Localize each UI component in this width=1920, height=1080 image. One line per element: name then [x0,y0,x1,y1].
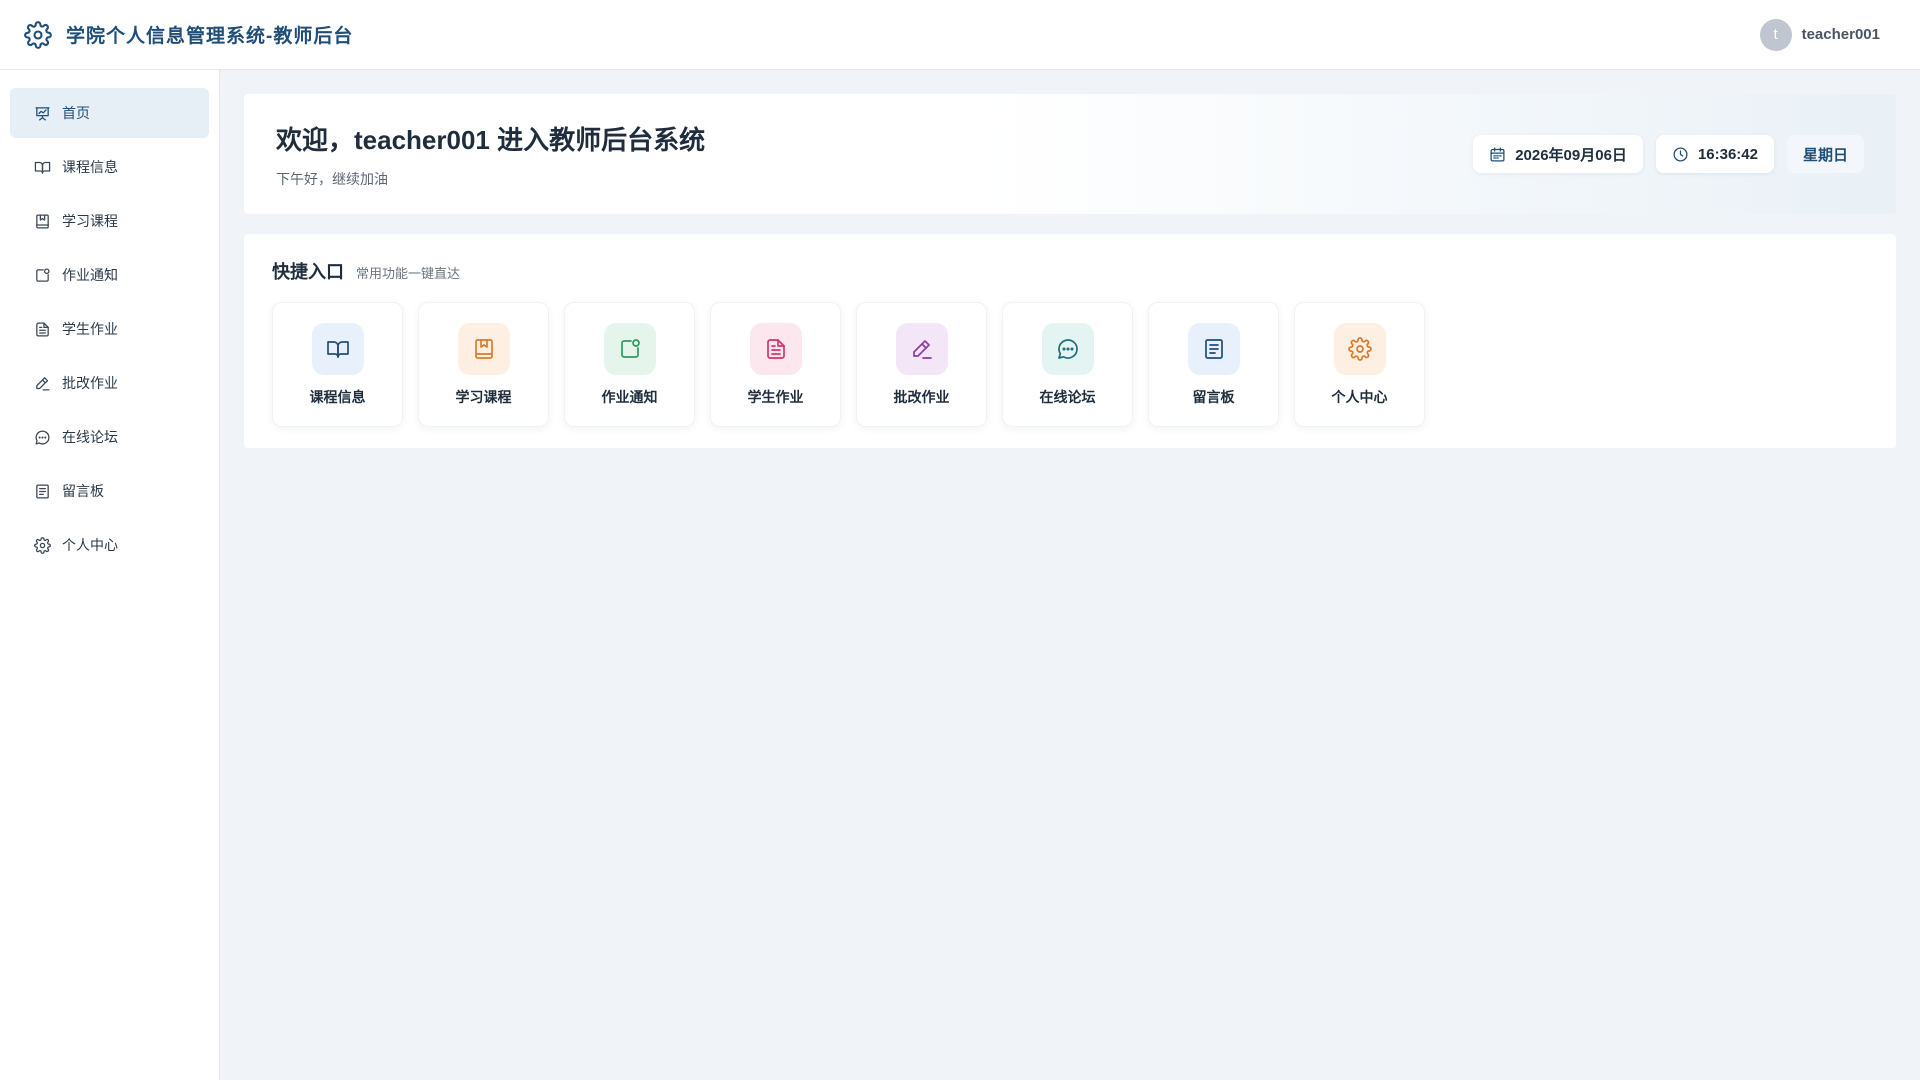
sidebar-item-label: 首页 [62,105,90,121]
quick-card-message-board[interactable]: 留言板 [1148,302,1279,427]
welcome-title: 欢迎，teacher001 进入教师后台系统 [276,124,706,155]
user-menu[interactable]: t teacher001 [1759,18,1880,51]
chat-bubble-icon [1056,337,1080,361]
card-label: 学习课程 [455,389,512,405]
sidebar-item-label: 学生作业 [62,321,118,337]
quick-card-online-forum[interactable]: 在线论坛 [1002,302,1133,427]
sidebar: 首页 课程信息 学习课程 作业通知 学生作业 批改作业 在线论坛 留言板 个人中… [0,70,220,1080]
quick-access-subtitle: 常用功能一键直达 [356,266,461,281]
card-label: 在线论坛 [1039,389,1096,405]
card-icon-tile [311,323,364,375]
top-header: 学院个人信息管理系统-教师后台 t teacher001 [0,0,1920,70]
card-label: 课程信息 [309,389,366,405]
card-label: 留言板 [1192,389,1235,405]
card-icon-tile [457,323,510,375]
sidebar-item-student-homework[interactable]: 学生作业 [10,304,209,354]
welcome-banner: 欢迎，teacher001 进入教师后台系统 下午好，继续加油 2026年09月… [244,94,1896,214]
sidebar-item-label: 作业通知 [62,267,118,283]
date-chip: 2026年09月06日 [1473,135,1643,173]
gear-icon [34,536,51,554]
sidebar-item-homework-notice[interactable]: 作业通知 [10,250,209,300]
open-book-icon [326,337,350,361]
sidebar-item-home[interactable]: 首页 [10,88,209,138]
card-label: 学生作业 [747,389,804,405]
date-text: 2026年09月06日 [1515,146,1627,164]
brand: 学院个人信息管理系统-教师后台 [24,20,354,49]
quick-card-study-courses[interactable]: 学习课程 [418,302,549,427]
welcome-subtitle: 下午好，继续加油 [276,170,388,187]
quick-access-panel: 快捷入口 常用功能一键直达 课程信息 学习课程 作业通知 学生作业 批改作业 在… [244,234,1896,448]
username[interactable]: teacher001 [1802,26,1880,43]
quick-card-homework-notice[interactable]: 作业通知 [564,302,695,427]
quick-access-cards: 课程信息 学习课程 作业通知 学生作业 批改作业 在线论坛 留言板 个人中心 [272,302,1868,427]
quick-card-student-homework[interactable]: 学生作业 [710,302,841,427]
card-icon-tile [895,323,948,375]
bookmark-book-icon [472,337,496,361]
document-icon [764,337,788,361]
sidebar-item-label: 在线论坛 [62,429,118,445]
card-icon-tile [1333,323,1386,375]
calendar-icon [1489,146,1506,163]
presentation-icon [34,105,51,122]
card-icon-tile [1187,323,1240,375]
app-title: 学院个人信息管理系统-教师后台 [66,26,354,47]
sidebar-item-label: 批改作业 [62,375,118,391]
gear-icon [24,20,52,49]
sidebar-item-grade-homework[interactable]: 批改作业 [10,358,209,408]
sidebar-item-course-info[interactable]: 课程信息 [10,142,209,192]
sidebar-item-personal-center[interactable]: 个人中心 [10,520,209,570]
card-label: 批改作业 [893,389,950,405]
avatar[interactable]: t [1759,18,1792,51]
datetime-chips: 2026年09月06日 16:36:42 星期日 [1473,135,1864,173]
pen-icon [34,375,51,392]
quick-access-title: 快捷入口 [272,262,344,282]
sidebar-item-online-forum[interactable]: 在线论坛 [10,412,209,462]
sidebar-item-message-board[interactable]: 留言板 [10,466,209,516]
card-icon-tile [603,323,656,375]
time-chip: 16:36:42 [1655,135,1774,173]
bookmark-book-icon [34,213,51,230]
weekday-chip: 星期日 [1786,135,1864,173]
card-icon-tile [1041,323,1094,375]
chat-bubble-icon [34,429,51,446]
card-icon-tile [749,323,802,375]
sidebar-item-label: 个人中心 [62,537,118,553]
quick-card-personal-center[interactable]: 个人中心 [1294,302,1425,427]
sidebar-item-label: 课程信息 [62,159,118,175]
time-text: 16:36:42 [1697,145,1758,163]
card-label: 作业通知 [601,389,658,405]
notification-icon [618,337,642,361]
quick-card-grade-homework[interactable]: 批改作业 [856,302,987,427]
sidebar-item-label: 学习课程 [62,213,118,229]
quick-access-header: 快捷入口 常用功能一键直达 [272,258,1868,284]
card-label: 个人中心 [1331,389,1388,405]
pen-icon [910,337,934,361]
gear-icon [1347,337,1372,361]
sidebar-item-study-courses[interactable]: 学习课程 [10,196,209,246]
weekday-text: 星期日 [1802,146,1848,164]
document-icon [34,321,51,338]
notepad-icon [34,483,51,500]
notepad-icon [1202,337,1226,361]
sidebar-item-label: 留言板 [62,483,104,499]
welcome-text: 欢迎，teacher001 进入教师后台系统 下午好，继续加油 [276,120,705,189]
clock-icon [1672,146,1689,163]
notification-icon [34,267,51,284]
quick-card-course-info[interactable]: 课程信息 [272,302,403,427]
open-book-icon [34,159,51,176]
